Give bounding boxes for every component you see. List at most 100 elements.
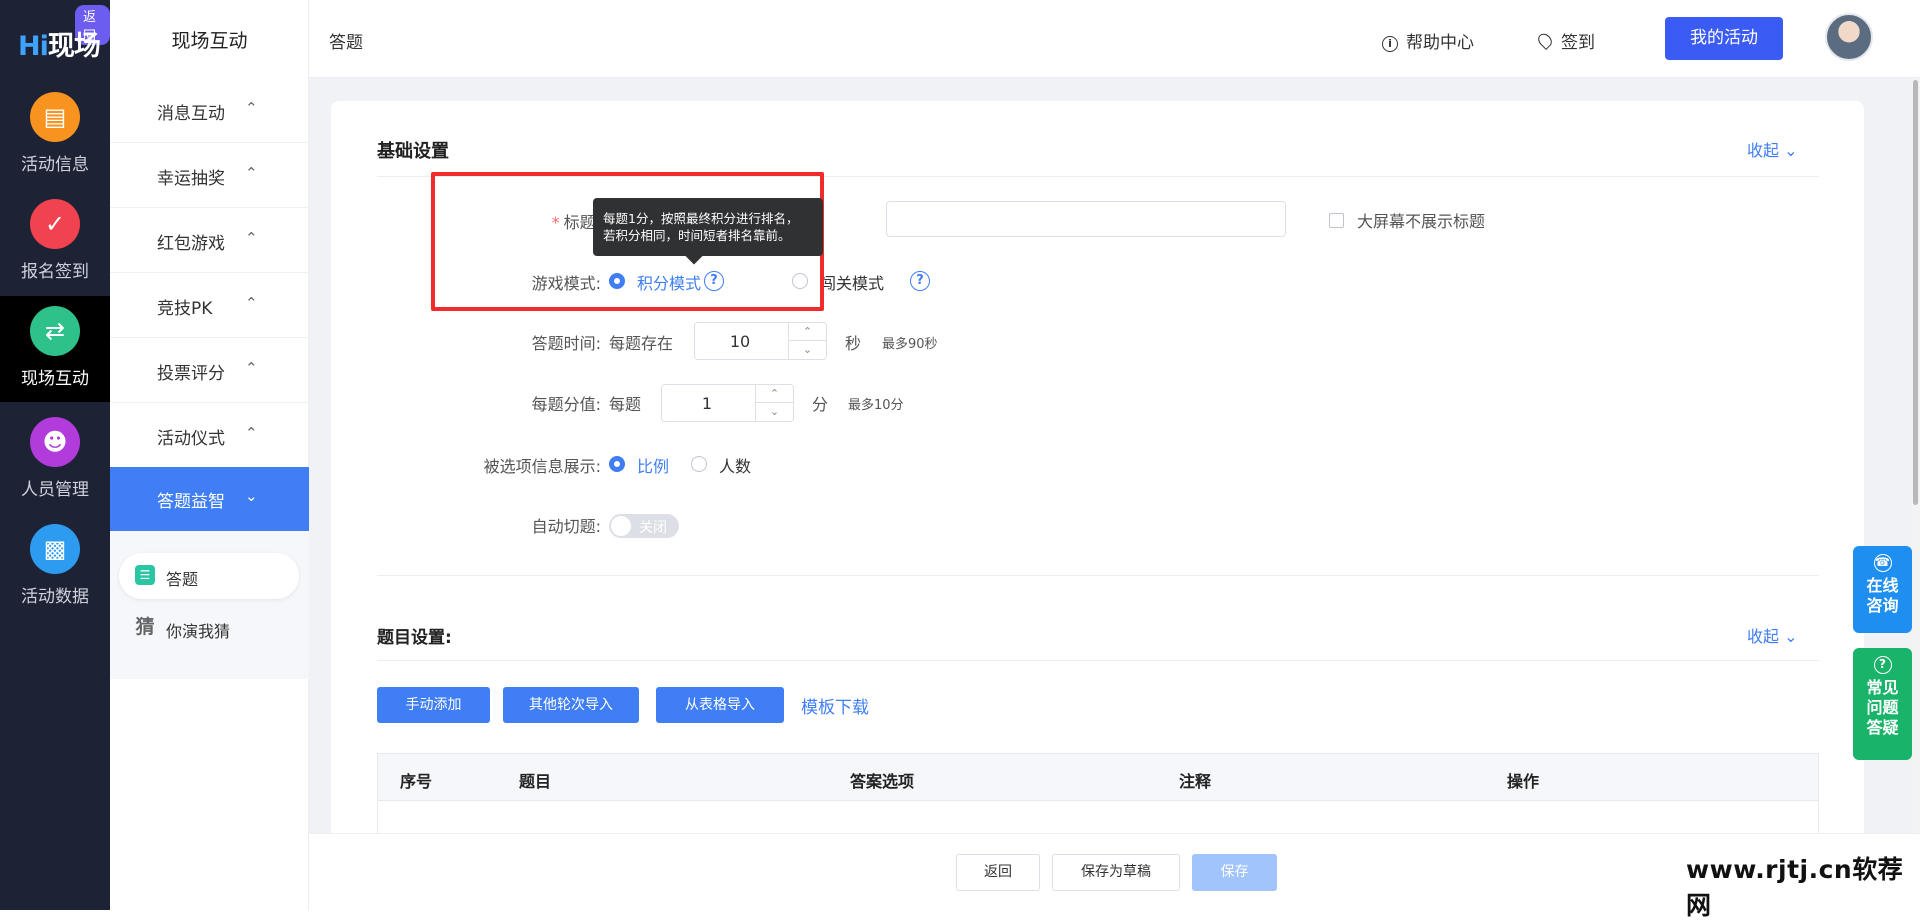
col-index: 序号 (400, 772, 433, 791)
quiz-submenu: ☰ 答题 猜 你演我猜 (110, 531, 309, 679)
toggle-state: 关闭 (639, 520, 667, 536)
tooltip-line: 若积分相同，时间短者排名靠前。 (603, 228, 791, 243)
site-watermark: www.rjtj.cn软荐网 (1686, 855, 1904, 920)
sidebar-item-message[interactable]: 消息互动 ⌃ (110, 79, 309, 143)
help-question-icon[interactable]: ? (704, 271, 724, 291)
back-button[interactable]: 返回 (956, 854, 1040, 891)
float-text: 答疑 (1866, 718, 1899, 737)
template-download-link[interactable]: 模板下载 (801, 693, 869, 718)
sidebar-item-lottery[interactable]: 幸运抽奖 ⌃ (110, 144, 309, 208)
submenu-item-quiz[interactable]: ☰ 答题 (119, 553, 299, 599)
import-other-round-button[interactable]: 其他轮次导入 (503, 687, 639, 723)
faq-button[interactable]: ? 常见 问题 答疑 (1853, 648, 1912, 760)
app-logo[interactable]: Hi现场 (18, 24, 101, 63)
col-options: 答案选项 (850, 772, 915, 791)
secondary-sidebar: 现场互动 消息互动 ⌃ 幸运抽奖 ⌃ 红包游戏 ⌃ 竞技PK ⌃ 投票评分 ⌃ … (110, 0, 309, 910)
sidebar-item-ceremony[interactable]: 活动仪式 ⌃ (110, 404, 309, 468)
app-rail: 返回 Hi现场 ▤ 活动信息 ✓ 报名签到 ⇄ 现场互动 ☻ 人员管理 ▩ 活动… (0, 0, 110, 910)
rail-label: 活动信息 (21, 155, 89, 175)
import-from-sheet-button[interactable]: 从表格导入 (656, 687, 784, 723)
time-stepper[interactable]: 10 ⌃ ⌄ (694, 322, 827, 360)
chevron-down-icon: ⌄ (245, 487, 258, 505)
info-icon: i (1382, 36, 1398, 52)
title-label: * 标题: (491, 209, 601, 233)
settings-card: 基础设置 收起 ⌄ * 标题: 大屏幕不展示标题 游戏模式: 积分模式 ? 闯关模… (331, 101, 1864, 833)
time-prefix: 每题存在 (609, 334, 674, 353)
chevron-up-icon: ⌃ (245, 99, 258, 117)
collapse-label: 收起 (1747, 141, 1780, 160)
chat-icon: ☰ (135, 565, 155, 585)
sidebar-item-pk[interactable]: 竞技PK ⌃ (110, 274, 309, 338)
chevron-up-icon: ⌃ (245, 424, 258, 442)
avatar[interactable] (1825, 13, 1873, 61)
calendar-check-icon: ✓ (30, 199, 80, 249)
submenu-label: 你演我猜 (166, 622, 231, 641)
headset-icon: ☎ (1873, 554, 1892, 572)
chevron-up-icon: ⌃ (245, 229, 258, 247)
save-button[interactable]: 保存 (1192, 854, 1277, 891)
toggle-knob (611, 516, 631, 536)
float-text: 咨询 (1866, 596, 1899, 615)
scrollbar-thumb[interactable] (1913, 80, 1918, 505)
rail-item-data[interactable]: ▩ 活动数据 (0, 524, 110, 630)
main-scrollbar[interactable] (1911, 78, 1920, 833)
sidebar-item-label: 竞技PK (157, 299, 213, 319)
mode-score-radio[interactable] (609, 273, 625, 289)
sidebar-item-red-packet[interactable]: 红包游戏 ⌃ (110, 209, 309, 273)
basic-collapse-toggle[interactable]: 收起 ⌄ (1747, 137, 1798, 161)
question-collapse-toggle[interactable]: 收起 ⌄ (1747, 623, 1798, 647)
display-ratio-label[interactable]: 比例 (637, 453, 669, 477)
submenu-label: 答题 (166, 570, 199, 589)
display-count-label[interactable]: 人数 (719, 453, 751, 477)
float-text: 常见 (1866, 678, 1899, 697)
score-label: 每题分值: (531, 395, 601, 414)
decrease-icon[interactable]: ⌄ (789, 341, 826, 359)
breadcrumb: 答题 (329, 33, 363, 53)
time-label: 答题时间: (531, 334, 601, 353)
my-activity-button[interactable]: 我的活动 (1665, 17, 1783, 60)
online-consult-button[interactable]: ☎ 在线 咨询 (1853, 546, 1912, 633)
help-center-link[interactable]: i 帮助中心 (1382, 28, 1474, 53)
mode-score-label[interactable]: 积分模式 (637, 270, 701, 294)
sidebar-item-quiz[interactable]: 答题益智 ⌄ (110, 467, 309, 531)
col-actions: 操作 (1507, 772, 1540, 791)
display-count-radio[interactable] (691, 456, 707, 472)
score-stepper[interactable]: 1 ⌃ ⌄ (661, 384, 794, 422)
time-hint: 最多90秒 (882, 337, 938, 352)
rail-label: 现场互动 (21, 369, 89, 389)
decrease-icon[interactable]: ⌄ (756, 403, 793, 421)
mode-label: 游戏模式: (531, 274, 601, 293)
required-mark: * (551, 213, 560, 232)
score-value[interactable]: 1 (662, 394, 752, 413)
mode-level-label[interactable]: 闯关模式 (820, 270, 884, 294)
score-prefix: 每题 (609, 395, 642, 414)
divider (377, 660, 1819, 661)
chevron-down-icon: ⌄ (1784, 627, 1798, 646)
rail-item-live-interaction[interactable]: ⇄ 现场互动 (0, 296, 110, 402)
rail-item-signup[interactable]: ✓ 报名签到 (0, 199, 110, 305)
mode-level-radio[interactable] (792, 273, 808, 289)
chevron-up-icon: ⌃ (245, 164, 258, 182)
rail-item-activity-info[interactable]: ▤ 活动信息 (0, 92, 110, 198)
increase-icon[interactable]: ⌃ (789, 323, 826, 341)
col-notes: 注释 (1179, 772, 1212, 791)
time-value[interactable]: 10 (695, 332, 785, 351)
rail-label: 活动数据 (21, 587, 89, 607)
sidebar-item-vote[interactable]: 投票评分 ⌃ (110, 339, 309, 403)
bar-chart-icon: ▩ (30, 524, 80, 574)
save-draft-button[interactable]: 保存为草稿 (1052, 854, 1180, 891)
display-ratio-radio[interactable] (609, 456, 625, 472)
manual-add-button[interactable]: 手动添加 (377, 687, 490, 723)
hide-title-checkbox[interactable] (1329, 213, 1344, 228)
basic-settings-title: 基础设置 (377, 141, 449, 162)
rail-item-people[interactable]: ☻ 人员管理 (0, 417, 110, 523)
mode-tooltip: 每题1分，按照最终积分进行排名， 若积分相同，时间短者排名靠前。 (593, 198, 823, 256)
checkin-link[interactable]: 签到 (1535, 28, 1595, 53)
help-question-icon[interactable]: ? (910, 271, 930, 291)
auto-switch-toggle[interactable]: 关闭 (609, 514, 679, 538)
submenu-item-guess[interactable]: 猜 你演我猜 (119, 605, 299, 651)
increase-icon[interactable]: ⌃ (756, 385, 793, 403)
interaction-icon: ⇄ (30, 306, 80, 356)
title-input[interactable] (886, 201, 1286, 237)
checkin-label: 签到 (1561, 33, 1595, 53)
